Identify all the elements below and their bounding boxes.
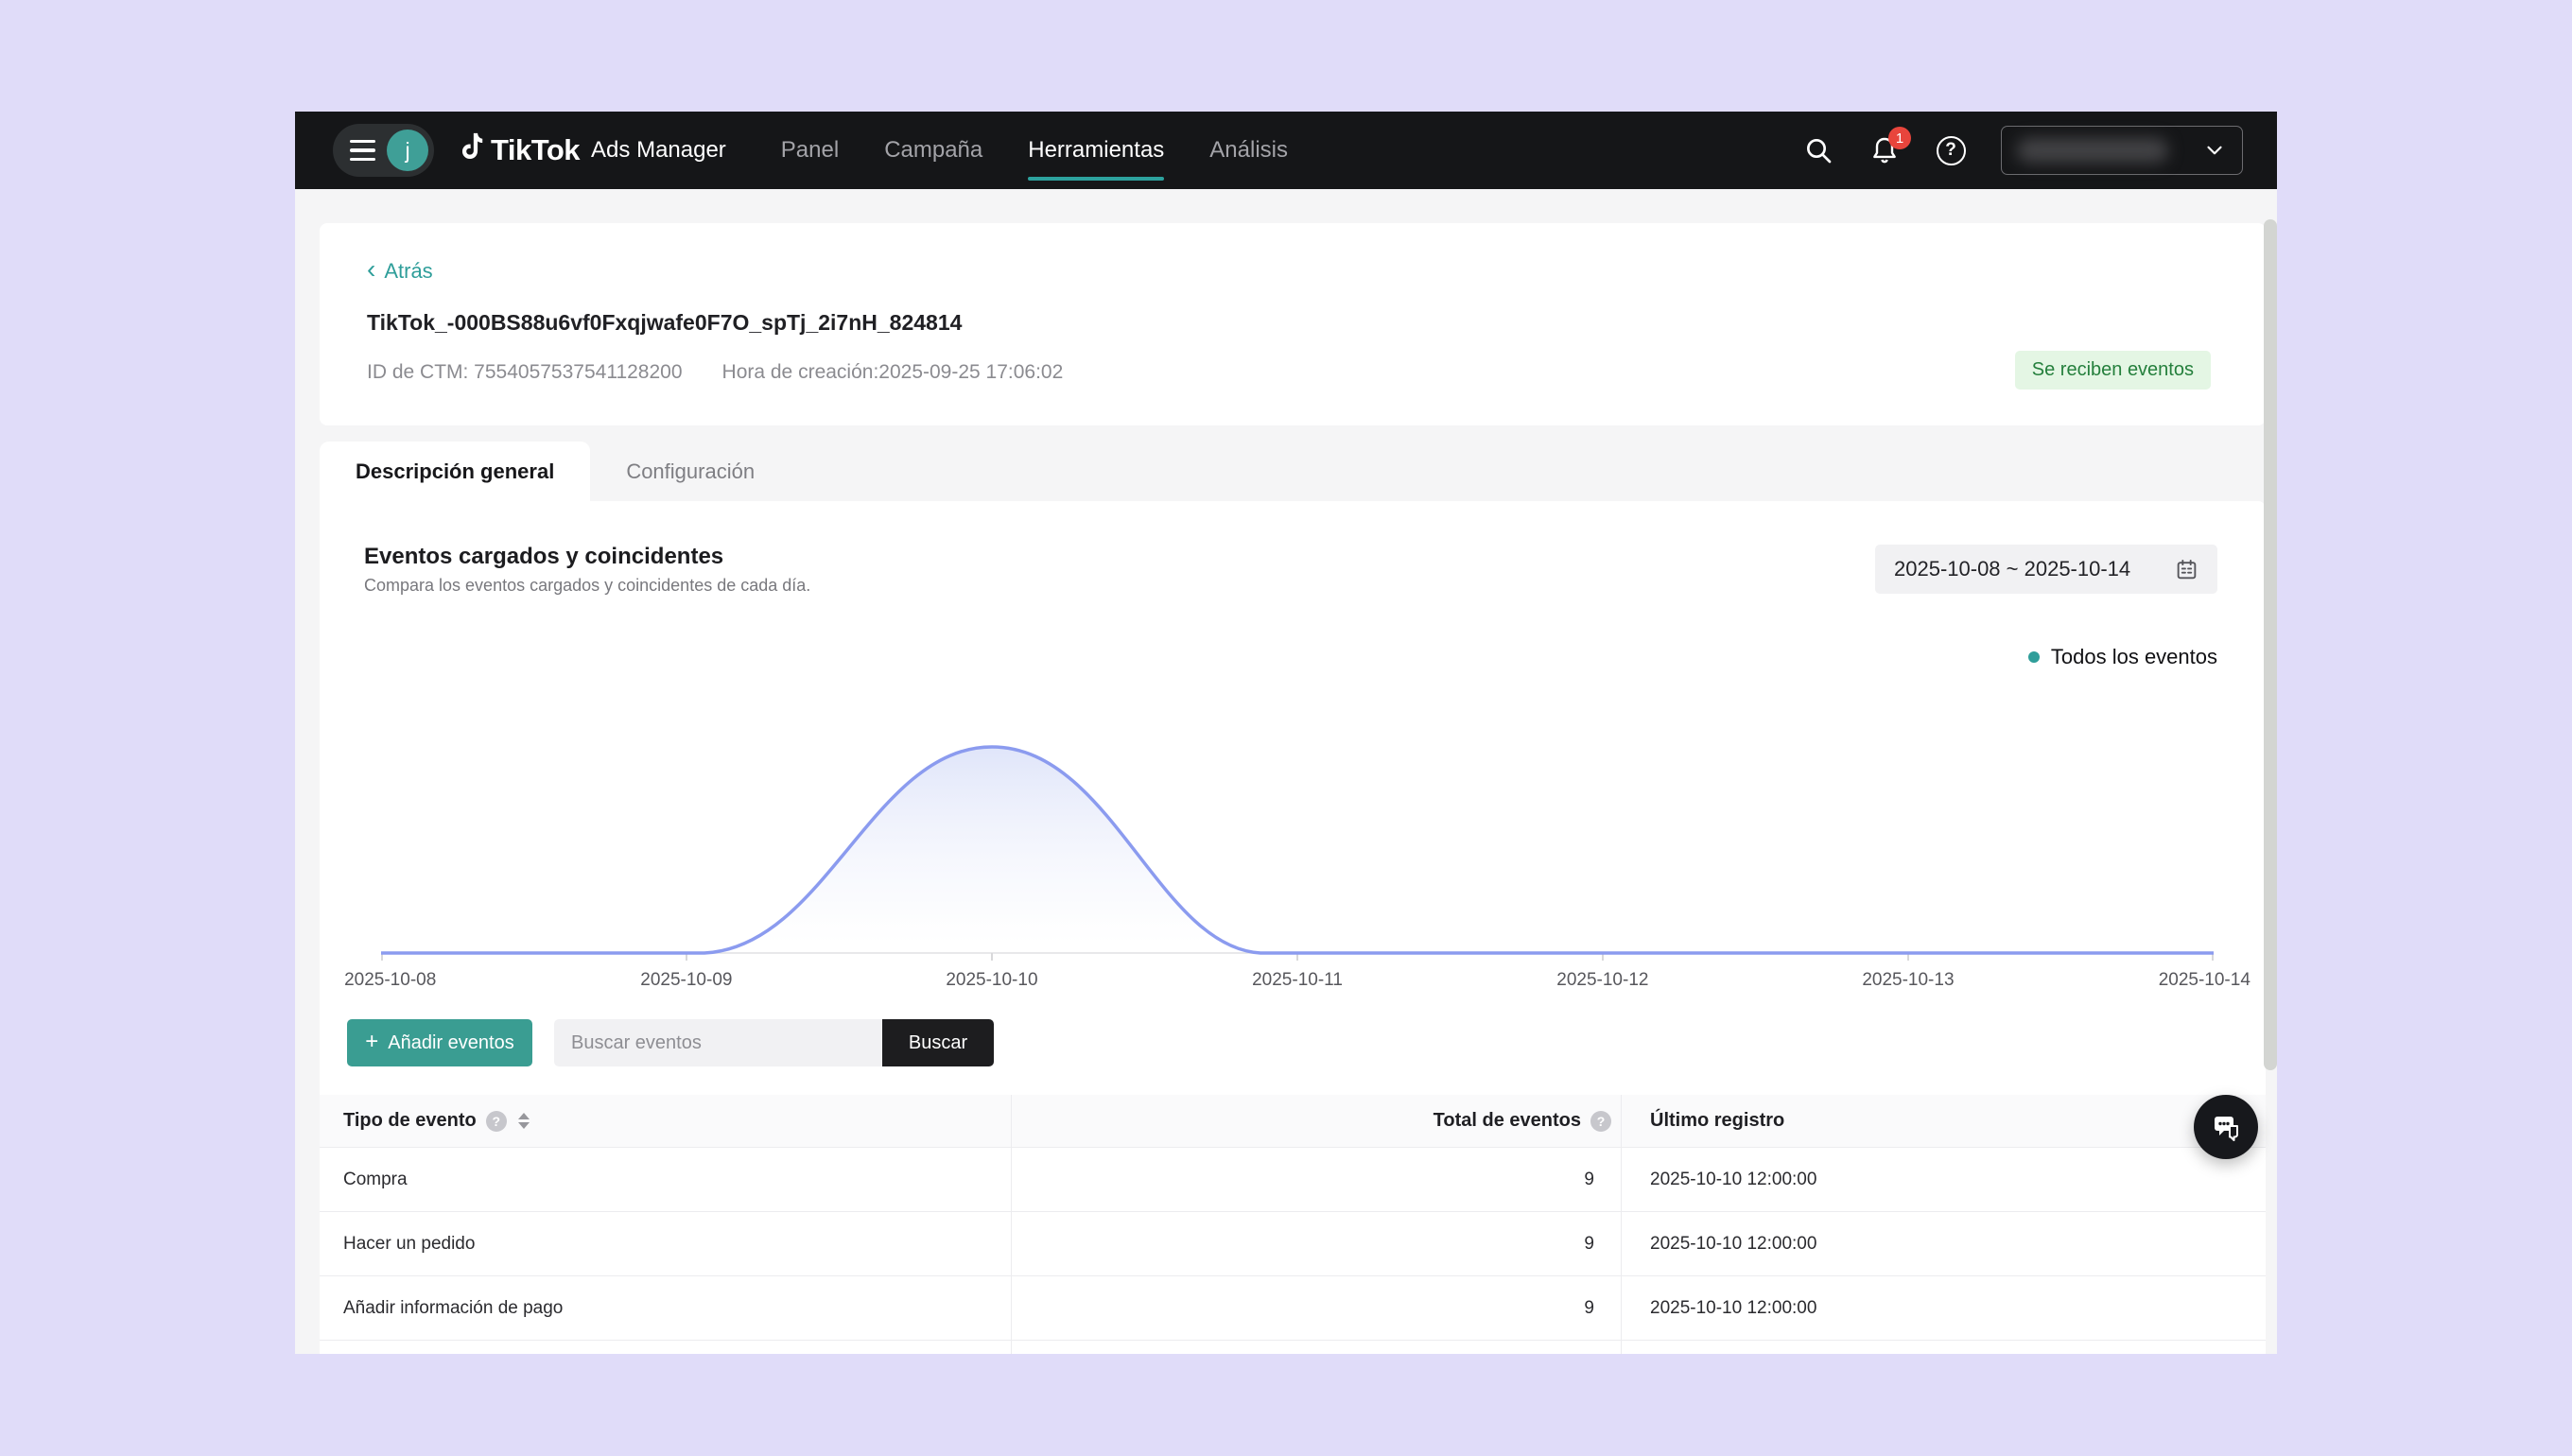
tiktok-note-icon xyxy=(457,132,485,169)
notifications-bell-icon[interactable]: 1 xyxy=(1868,134,1901,166)
chevron-left-icon: ‹ xyxy=(367,260,375,279)
event-total-cell: 9 xyxy=(1584,1298,1594,1319)
back-label: Atrás xyxy=(384,259,432,284)
back-button[interactable]: ‹ Atrás xyxy=(367,259,433,284)
series-area-fill xyxy=(381,747,2214,953)
x-tick-label: 2025-10-13 xyxy=(1862,970,1954,991)
help-icon[interactable]: ? xyxy=(1935,134,1967,166)
nav-item-campana[interactable]: Campaña xyxy=(884,112,982,189)
events-toolbar: + Añadir eventos Buscar xyxy=(347,1019,994,1066)
event-total-cell: 9 xyxy=(1584,1170,1594,1190)
date-range-value: 2025-10-08 ~ 2025-10-14 xyxy=(1894,557,2130,581)
event-last-record-cell: 2025-10-10 12:00:00 xyxy=(1650,1170,1816,1190)
table-row: Hacer un pedido 9 2025-10-10 12:00:00 xyxy=(320,1212,2266,1276)
event-total-cell: 9 xyxy=(1584,1234,1594,1255)
overview-panel: Eventos cargados y coincidentes Compara … xyxy=(320,501,2266,1354)
col-header-total-de-eventos: Total de eventos xyxy=(1434,1110,1581,1132)
account-name-redacted xyxy=(2017,138,2168,163)
top-navbar: j TikTok Ads Manager Panel Campaña Herra… xyxy=(295,112,2277,189)
help-icon[interactable]: ? xyxy=(486,1111,507,1132)
events-area-chart: 2025-10-08 2025-10-09 2025-10-10 2025-10… xyxy=(381,679,2214,991)
x-axis-labels: 2025-10-08 2025-10-09 2025-10-10 2025-10… xyxy=(381,964,2214,993)
avatar[interactable]: j xyxy=(387,130,428,171)
chart-canvas xyxy=(381,679,2214,964)
help-icon[interactable]: ? xyxy=(1590,1111,1611,1132)
event-type-cell: Hacer un pedido xyxy=(343,1234,475,1255)
ctm-id: ID de CTM: 7554057537541128200 xyxy=(367,361,683,384)
search-icon[interactable] xyxy=(1802,134,1834,166)
table-row-clipped xyxy=(320,1341,2266,1354)
event-type-cell: Añadir información de pago xyxy=(343,1298,563,1319)
tab-descripcion-general[interactable]: Descripción general xyxy=(320,442,590,501)
brand-name: TikTok xyxy=(491,133,580,167)
brand-suffix: Ads Manager xyxy=(591,137,726,164)
search-events-input[interactable] xyxy=(554,1019,882,1066)
tiktok-ads-manager-logo[interactable]: TikTok Ads Manager xyxy=(457,132,726,169)
plus-icon: + xyxy=(365,1029,378,1055)
vertical-scrollbar-thumb[interactable] xyxy=(2264,219,2277,1070)
search-button[interactable]: Buscar xyxy=(882,1019,994,1066)
table-row: Añadir información de pago 9 2025-10-10 … xyxy=(320,1276,2266,1341)
x-tick-label: 2025-10-11 xyxy=(1252,970,1343,991)
legend-label: Todos los eventos xyxy=(2051,645,2217,669)
sort-icon[interactable] xyxy=(518,1113,530,1129)
legend-item-todos-los-eventos[interactable]: Todos los eventos xyxy=(2028,645,2217,669)
chevron-down-icon xyxy=(2202,138,2227,163)
page-title: TikTok_-000BS88u6vf0Fxqjwafe0F7O_spTj_2i… xyxy=(367,310,962,336)
x-tick-label: 2025-10-08 xyxy=(344,970,436,991)
series-line xyxy=(381,747,2214,953)
table-row: Compra 9 2025-10-10 12:00:00 xyxy=(320,1148,2266,1212)
primary-nav: Panel Campaña Herramientas Análisis xyxy=(781,112,1288,189)
event-type-cell: Compra xyxy=(343,1170,408,1190)
account-selector[interactable] xyxy=(2001,126,2243,175)
hamburger-menu-icon[interactable] xyxy=(350,140,375,162)
table-header-row: Tipo de evento ? Total de eventos ? Últi… xyxy=(320,1095,2266,1148)
calendar-icon xyxy=(2175,558,2198,581)
tab-bar: Descripción general Configuración xyxy=(320,442,2266,501)
event-last-record-cell: 2025-10-10 12:00:00 xyxy=(1650,1298,1816,1319)
notification-count-badge: 1 xyxy=(1888,127,1911,149)
event-meta: ID de CTM: 7554057537541128200 Hora de c… xyxy=(367,361,1063,384)
chart-section-subtitle: Compara los eventos cargados y coinciden… xyxy=(364,576,810,596)
nav-item-panel[interactable]: Panel xyxy=(781,112,839,189)
add-events-button[interactable]: + Añadir eventos xyxy=(347,1019,532,1066)
x-tick-label: 2025-10-10 xyxy=(946,970,1037,991)
x-tick-label: 2025-10-09 xyxy=(640,970,732,991)
desktop-background: j TikTok Ads Manager Panel Campaña Herra… xyxy=(0,0,2572,1456)
support-chat-button[interactable] xyxy=(2194,1095,2258,1159)
col-header-tipo-de-evento: Tipo de evento xyxy=(343,1110,477,1132)
chart-section-title: Eventos cargados y coincidentes xyxy=(364,544,723,570)
menu-avatar-pill[interactable]: j xyxy=(333,124,434,177)
x-tick-label: 2025-10-14 xyxy=(2159,970,2250,991)
event-header-card: ‹ Atrás TikTok_-000BS88u6vf0Fxqjwafe0F7O… xyxy=(320,223,2266,425)
nav-item-herramientas[interactable]: Herramientas xyxy=(1028,112,1164,189)
legend-dot xyxy=(2028,651,2040,663)
add-events-label: Añadir eventos xyxy=(388,1032,513,1054)
events-table: Tipo de evento ? Total de eventos ? Últi… xyxy=(320,1095,2266,1354)
nav-item-analisis[interactable]: Análisis xyxy=(1209,112,1288,189)
col-header-ultimo-registro: Último registro xyxy=(1650,1110,1784,1132)
tab-configuracion[interactable]: Configuración xyxy=(590,442,791,501)
date-range-picker[interactable]: 2025-10-08 ~ 2025-10-14 xyxy=(1875,545,2217,594)
navbar-actions: 1 ? xyxy=(1802,126,2243,175)
status-badge: Se reciben eventos xyxy=(2015,351,2211,390)
x-tick-label: 2025-10-12 xyxy=(1556,970,1648,991)
creation-time: Hora de creación:2025-09-25 17:06:02 xyxy=(722,361,1064,384)
chat-bubbles-icon xyxy=(2209,1110,2243,1144)
event-last-record-cell: 2025-10-10 12:00:00 xyxy=(1650,1234,1816,1255)
browser-app-window: j TikTok Ads Manager Panel Campaña Herra… xyxy=(295,112,2277,1354)
